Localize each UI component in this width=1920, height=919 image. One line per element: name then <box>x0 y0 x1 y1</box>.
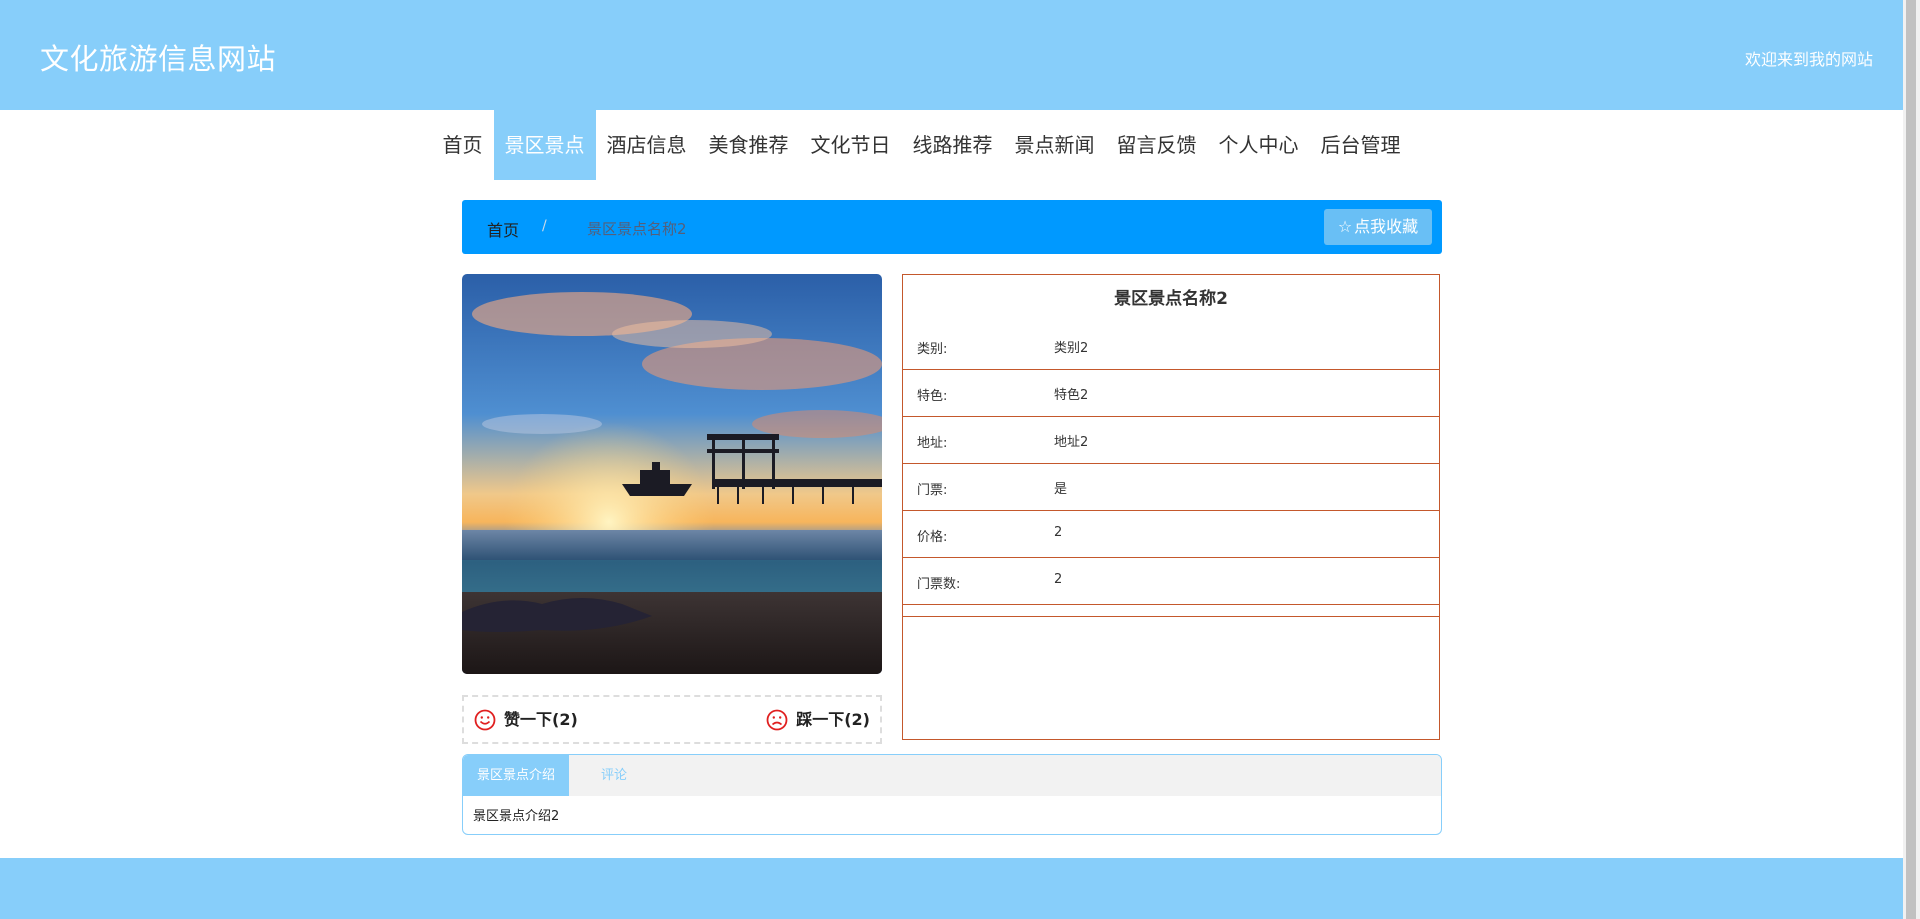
site-title: 文化旅游信息网站 <box>40 42 277 76</box>
nav-item-routes[interactable]: 线路推荐 <box>902 110 1004 180</box>
breadcrumb: 首页 / 景区景点名称2 ☆ 点我收藏 <box>462 200 1442 254</box>
star-outline-icon: ☆ <box>1337 217 1353 236</box>
detail-value: 是 <box>1054 482 1068 497</box>
nav-item-festivals[interactable]: 文化节日 <box>800 110 902 180</box>
detail-label: 门票: <box>917 483 948 498</box>
vertical-scrollbar[interactable] <box>1903 0 1920 919</box>
detail-row-ticket-count: 门票数: 2 <box>903 558 1439 605</box>
detail-value: 特色2 <box>1054 388 1089 403</box>
detail-label: 门票数: <box>917 577 961 592</box>
detail-value: 2 <box>1054 572 1063 587</box>
detail-value: 地址2 <box>1054 435 1089 450</box>
scrollbar-thumb[interactable] <box>1906 0 1916 919</box>
breadcrumb-separator: / <box>542 218 547 234</box>
frown-icon <box>766 709 788 730</box>
detail-label: 价格: <box>917 530 948 545</box>
like-label: 赞一下(2) <box>504 710 578 729</box>
nav-item-profile[interactable]: 个人中心 <box>1208 110 1310 180</box>
detail-label: 特色: <box>917 389 948 404</box>
like-button[interactable]: 赞一下(2) <box>474 697 578 742</box>
nav-item-hotels[interactable]: 酒店信息 <box>596 110 698 180</box>
nav-item-news[interactable]: 景点新闻 <box>1004 110 1106 180</box>
main-nav: 首页 景区景点 酒店信息 美食推荐 文化节日 线路推荐 景点新闻 留言反馈 个人… <box>0 110 1903 180</box>
welcome-text: 欢迎来到我的网站 <box>1744 50 1873 69</box>
site-footer <box>0 858 1903 919</box>
favorite-button[interactable]: ☆ 点我收藏 <box>1324 209 1432 245</box>
detail-row-feature: 特色: 特色2 <box>903 370 1439 417</box>
detail-value: 类别2 <box>1054 341 1089 356</box>
favorite-button-label: 点我收藏 <box>1354 217 1419 236</box>
nav-item-scenic-spots[interactable]: 景区景点 <box>493 110 596 180</box>
site-header: 文化旅游信息网站 欢迎来到我的网站 <box>0 0 1903 110</box>
details-panel: 景区景点名称2 类别: 类别2 特色: 特色2 地址: 地址2 门票: 是 价格… <box>902 274 1440 740</box>
dislike-button[interactable]: 踩一下(2) <box>766 697 870 742</box>
detail-row-ticket: 门票: 是 <box>903 464 1439 511</box>
dislike-label: 踩一下(2) <box>796 710 870 729</box>
nav-item-feedback[interactable]: 留言反馈 <box>1106 110 1208 180</box>
nav-item-home[interactable]: 首页 <box>432 110 494 180</box>
detail-value: 2 <box>1054 525 1063 540</box>
details-title: 景区景点名称2 <box>1114 289 1228 309</box>
tab-bar: 景区景点介绍 评论 <box>463 755 1441 796</box>
detail-row-empty <box>903 605 1439 617</box>
breadcrumb-home-link[interactable]: 首页 <box>487 217 519 241</box>
nav-item-admin[interactable]: 后台管理 <box>1310 110 1412 180</box>
tab-comments[interactable]: 评论 <box>587 755 641 796</box>
tab-content: 景区景点介绍2 <box>473 809 560 824</box>
detail-row-price: 价格: 2 <box>903 511 1439 558</box>
detail-label: 类别: <box>917 342 948 357</box>
breadcrumb-current: 景区景点名称2 <box>587 220 687 238</box>
scenic-spot-photo <box>462 274 882 674</box>
tab-panel: 景区景点介绍 评论 景区景点介绍2 <box>462 754 1442 835</box>
nav-item-food[interactable]: 美食推荐 <box>698 110 800 180</box>
detail-label: 地址: <box>917 436 948 451</box>
detail-row-category: 类别: 类别2 <box>903 323 1439 370</box>
detail-row-address: 地址: 地址2 <box>903 417 1439 464</box>
smile-icon <box>474 709 496 730</box>
tab-introduction[interactable]: 景区景点介绍 <box>463 755 570 796</box>
vote-bar: 赞一下(2) 踩一下(2) <box>462 695 882 744</box>
